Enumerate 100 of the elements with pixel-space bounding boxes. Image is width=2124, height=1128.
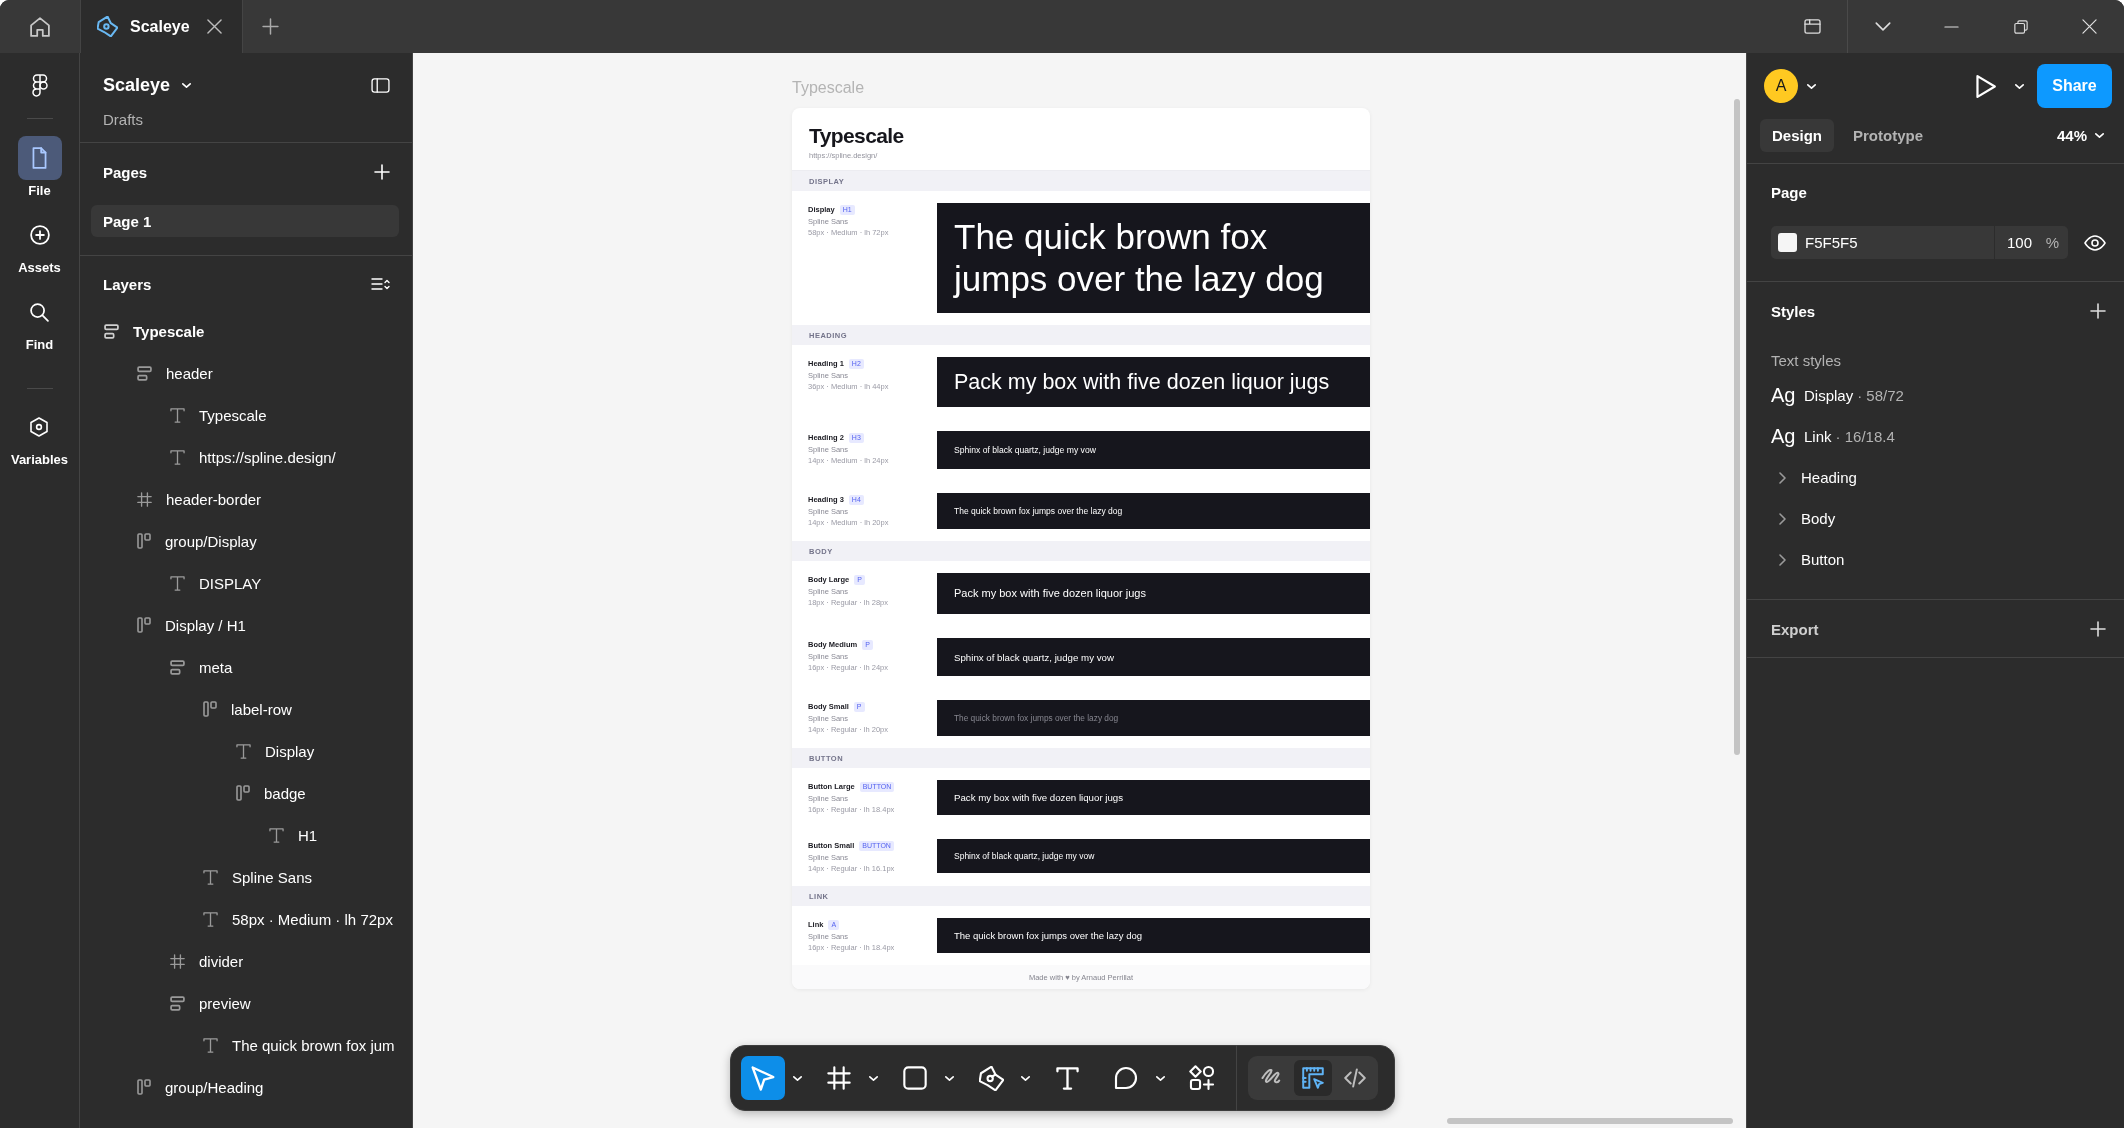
file-tab[interactable]: Scaleye — [80, 0, 243, 53]
style-group-item[interactable]: Heading — [1771, 457, 2106, 498]
hexagon-icon — [30, 417, 49, 437]
scrollbar[interactable] — [1447, 1118, 1733, 1124]
caret-icon[interactable] — [1807, 83, 1816, 89]
zoom-button[interactable]: 44% — [2056, 119, 2104, 152]
sample-text: The quick brown fox jumps over the lazy dog — [954, 216, 1325, 300]
columns-icon — [203, 701, 217, 717]
ruler-cursor-icon — [1302, 1067, 1324, 1089]
variables-tab[interactable]: Variables — [10, 405, 69, 468]
layer-item[interactable]: group/Heading — [80, 1066, 412, 1108]
section-title: Page — [1771, 183, 1807, 201]
play-icon[interactable] — [1976, 73, 1997, 99]
opacity-input[interactable]: 100 — [2007, 234, 2033, 251]
layer-item[interactable]: Display / H1 — [80, 604, 412, 646]
plus-icon[interactable] — [261, 18, 279, 35]
style-metrics: · 58/72 — [1857, 387, 1904, 404]
hash-icon — [137, 491, 152, 507]
hex-input[interactable]: F5F5F5 — [1771, 226, 1994, 259]
caret-icon[interactable] — [869, 1075, 878, 1081]
layer-item[interactable]: header-border — [80, 478, 412, 520]
layer-item[interactable]: badge — [80, 772, 412, 814]
code-icon — [1344, 1068, 1366, 1088]
layer-item[interactable]: Display — [80, 730, 412, 772]
layer-item[interactable]: label-row — [80, 688, 412, 730]
layer-item[interactable]: Typescale — [80, 310, 412, 352]
layer-item[interactable]: preview — [80, 982, 412, 1024]
text-icon — [170, 407, 185, 423]
list-collapse-icon[interactable] — [371, 277, 390, 291]
caret-icon[interactable] — [1156, 1075, 1165, 1081]
frame-title: Typescale — [809, 123, 904, 149]
section-title: Styles — [1771, 302, 1816, 320]
project-location[interactable]: Drafts — [103, 110, 143, 130]
panel-tab[interactable]: Design — [1760, 119, 1834, 152]
window-icon[interactable] — [1804, 19, 1821, 34]
sample-text: Pack my box with five dozen liquor jugs — [954, 586, 1146, 601]
home-icon[interactable] — [30, 16, 50, 37]
text-icon — [236, 743, 251, 759]
text-icon — [203, 869, 218, 885]
panel-tab[interactable]: Prototype — [1841, 119, 1936, 152]
layer-item[interactable]: https://spline.design/ — [80, 436, 412, 478]
sample-text: Sphinx of black quartz, judge my vow — [954, 850, 1095, 862]
text-style-name[interactable]: Link — [1804, 428, 1832, 445]
page-item[interactable]: Page 1 — [91, 205, 399, 237]
design-mode-button[interactable] — [1294, 1060, 1332, 1096]
columns-icon — [137, 617, 151, 633]
eye-icon[interactable] — [2084, 234, 2106, 251]
sample-text: Sphinx of black quartz, judge my vow — [954, 650, 1114, 664]
cursor-icon — [751, 1065, 775, 1091]
layer-item[interactable]: DISPLAY — [80, 562, 412, 604]
sample-text: The quick brown fox jumps over the lazy dog — [954, 712, 1119, 724]
layer-item[interactable]: divider — [80, 940, 412, 982]
shapes-plus-icon — [1189, 1065, 1215, 1091]
style-group-item[interactable]: Body — [1771, 498, 2106, 539]
restore-icon[interactable] — [2013, 19, 2028, 34]
avatar[interactable]: A — [1764, 69, 1798, 103]
pen-nib-icon — [97, 16, 118, 37]
stacked-bars-icon — [170, 659, 185, 675]
move-tool-button[interactable] — [741, 1056, 785, 1100]
layer-item[interactable]: Spline Sans — [80, 856, 412, 898]
caret-icon[interactable] — [182, 82, 192, 88]
frame-card[interactable] — [792, 108, 1370, 989]
stacked-bars-icon — [170, 995, 185, 1011]
swatch-icon[interactable] — [1778, 233, 1797, 252]
layer-item[interactable]: H1 — [80, 814, 412, 856]
layer-item[interactable]: group/Display — [80, 520, 412, 562]
search-icon — [30, 302, 49, 322]
assets-tab[interactable]: Assets — [17, 213, 62, 276]
caret-icon[interactable] — [2015, 83, 2024, 89]
canvas[interactable] — [413, 53, 1746, 1128]
close-icon[interactable] — [2082, 19, 2097, 34]
sidebar-icon[interactable] — [371, 77, 390, 93]
type-sample: Ag — [1771, 384, 1797, 407]
pen-nib-icon — [978, 1065, 1004, 1091]
layer-item[interactable]: meta — [80, 646, 412, 688]
sample-text: Pack my box with five dozen liquor jugs — [954, 791, 1124, 804]
caret-icon[interactable] — [1021, 1075, 1030, 1081]
plus-circle-icon — [29, 225, 50, 245]
minimize-icon[interactable] — [1944, 25, 1959, 28]
section-title: Export — [1771, 620, 1819, 638]
unit-label: % — [2045, 234, 2059, 251]
caret-icon[interactable] — [793, 1075, 802, 1081]
text-style-name[interactable]: Display — [1804, 387, 1854, 404]
style-group-item[interactable]: Button — [1771, 539, 2106, 580]
layer-item[interactable]: 58px · Medium · lh 72px — [80, 898, 412, 940]
scrollbar[interactable] — [1734, 99, 1740, 755]
columns-icon — [137, 1079, 151, 1095]
speech-bubble-icon — [1114, 1066, 1138, 1090]
caret-icon[interactable] — [2095, 133, 2104, 138]
sample-text: Sphinx of black quartz, judge my vow — [954, 444, 1096, 456]
file-name-button[interactable]: Scaleye — [103, 74, 192, 96]
layer-item[interactable]: The quick brown fox jum — [80, 1024, 412, 1066]
caret-icon[interactable] — [945, 1075, 954, 1081]
section-title: Pages — [103, 163, 148, 181]
layer-item[interactable]: Typescale — [80, 394, 412, 436]
find-tab[interactable]: Find — [17, 290, 62, 353]
app-logo-icon[interactable] — [31, 74, 48, 98]
layer-item[interactable]: header — [80, 352, 412, 394]
chevron-down-icon[interactable] — [1874, 22, 1891, 31]
close-icon[interactable] — [207, 19, 222, 34]
